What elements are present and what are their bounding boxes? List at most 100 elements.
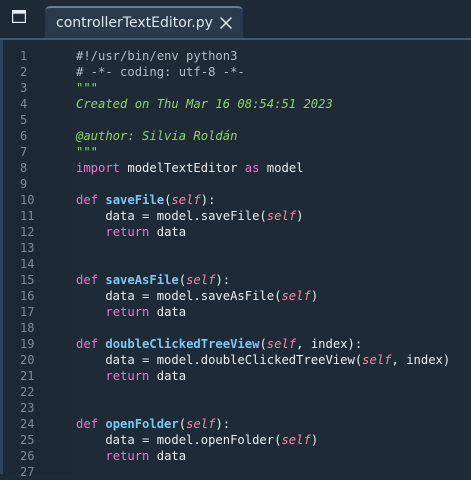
code-token: Created on Thu Mar 16 08:54:51 2023 bbox=[76, 97, 333, 111]
code-line: data = model.saveFile(self) bbox=[76, 208, 303, 224]
line-number: 1 bbox=[20, 49, 28, 63]
code-token: """ bbox=[76, 81, 99, 95]
line-number: 8 bbox=[20, 161, 28, 175]
code-token: ): bbox=[215, 273, 231, 287]
code-token: import bbox=[76, 161, 121, 175]
code-token: saveAsFile bbox=[105, 273, 179, 287]
code-token: , index) bbox=[391, 353, 451, 367]
code-token: data = model.openFolder( bbox=[76, 433, 282, 447]
line-number-gutter: 1 2 3 4 5 6 7 8 9 10 11 12 13 14 15 16 17 18 19 20 21 22 23 24 2… bbox=[0, 40, 72, 479]
line-number: 23 bbox=[20, 401, 35, 415]
code-token: self bbox=[186, 417, 216, 431]
code-token: return bbox=[105, 225, 150, 239]
code-line: def saveAsFile(self): bbox=[76, 272, 230, 288]
code-token: ( bbox=[259, 337, 267, 351]
gutter-edge bbox=[0, 40, 3, 474]
line-number: 27 bbox=[20, 465, 35, 479]
line-number: 22 bbox=[20, 385, 35, 399]
line-number: 15 bbox=[20, 273, 35, 287]
code-token: doubleClickedTreeView bbox=[105, 337, 260, 351]
code-line: def doubleClickedTreeView(self, index): bbox=[76, 336, 362, 352]
code-line: data = model.doubleClickedTreeView(self,… bbox=[76, 352, 450, 368]
code-token: openFolder bbox=[105, 417, 179, 431]
code-token: saveFile bbox=[105, 193, 165, 207]
code-line: @author: Silvia Roldán bbox=[76, 128, 237, 144]
line-number: 18 bbox=[20, 321, 35, 335]
code-token: self bbox=[186, 273, 216, 287]
code-token: self bbox=[362, 353, 392, 367]
line-number: 17 bbox=[20, 305, 35, 319]
code-line: return data bbox=[76, 448, 186, 464]
code-line: return data bbox=[76, 368, 186, 384]
tab-controller-text-editor[interactable]: controllerTextEditor.py bbox=[45, 6, 243, 38]
code-token: self bbox=[281, 433, 311, 447]
line-number: 19 bbox=[20, 337, 35, 351]
code-token: self bbox=[266, 209, 297, 223]
code-token: model bbox=[259, 161, 304, 175]
close-icon[interactable] bbox=[219, 15, 233, 29]
code-token: def bbox=[76, 193, 99, 207]
code-token: ( bbox=[178, 273, 187, 287]
code-token: data = model.saveAsFile( bbox=[76, 289, 282, 303]
line-number: 9 bbox=[20, 177, 28, 191]
code-token: ) bbox=[310, 289, 319, 303]
code-token: ) bbox=[296, 209, 304, 223]
code-token: data bbox=[149, 305, 187, 319]
code-token: self bbox=[266, 337, 297, 351]
code-token: def bbox=[76, 417, 99, 431]
tab-bar: controllerTextEditor.py bbox=[0, 0, 471, 38]
line-number: 13 bbox=[20, 241, 35, 255]
code-token: @author: Silvia Roldán bbox=[76, 129, 238, 143]
code-token: ) bbox=[310, 433, 319, 447]
code-line: #!/usr/bin/env python3 bbox=[76, 48, 237, 64]
code-token: data = model.saveFile( bbox=[76, 209, 267, 223]
code-token: def bbox=[76, 273, 99, 287]
code-token: ): bbox=[200, 193, 216, 207]
code-token: return bbox=[105, 305, 150, 319]
line-number: 25 bbox=[20, 433, 35, 447]
line-number: 3 bbox=[20, 81, 28, 95]
code-token: def bbox=[76, 337, 99, 351]
code-token: as bbox=[244, 161, 260, 175]
code-line: data = model.saveAsFile(self) bbox=[76, 288, 318, 304]
code-token: ( bbox=[178, 417, 187, 431]
line-number: 20 bbox=[20, 353, 35, 367]
code-line: Created on Thu Mar 16 08:54:51 2023 bbox=[76, 96, 333, 112]
line-number: 11 bbox=[20, 209, 35, 223]
code-token: data bbox=[149, 225, 187, 239]
line-number: 4 bbox=[20, 97, 28, 111]
code-token: return bbox=[105, 449, 150, 463]
code-token: , index): bbox=[296, 337, 363, 351]
code-editor[interactable]: 1 2 3 4 5 6 7 8 9 10 11 12 13 14 15 16 17 18 19 20 21 22 23 24 2… bbox=[0, 38, 471, 479]
code-token: modelTextEditor bbox=[120, 161, 245, 175]
line-number: 5 bbox=[20, 113, 28, 127]
line-number: 6 bbox=[20, 129, 28, 143]
line-number: 16 bbox=[20, 289, 35, 303]
code-line: # -*- coding: utf-8 -*- bbox=[76, 64, 245, 80]
line-number: 7 bbox=[20, 145, 28, 159]
code-token: ): bbox=[215, 417, 231, 431]
line-number: 14 bbox=[20, 257, 35, 271]
code-area[interactable]: #!/usr/bin/env python3 # -*- coding: utf-… bbox=[76, 40, 471, 474]
code-line: def saveFile(self): bbox=[76, 192, 215, 208]
code-line: """ bbox=[76, 80, 98, 96]
code-line: data = model.openFolder(self) bbox=[76, 432, 318, 448]
sidebar-toggle-icon[interactable] bbox=[10, 7, 28, 25]
code-token: return bbox=[105, 369, 150, 383]
code-token: # -*- coding: utf-8 -*- bbox=[76, 65, 245, 79]
code-token: data = model.doubleClickedTreeView( bbox=[76, 353, 363, 367]
code-token: """ bbox=[76, 145, 99, 159]
line-number: 10 bbox=[20, 193, 35, 207]
tab-label: controllerTextEditor.py bbox=[56, 15, 213, 31]
code-line: return data bbox=[76, 224, 186, 240]
line-number: 2 bbox=[20, 65, 28, 79]
code-line: def openFolder(self): bbox=[76, 416, 230, 432]
line-number: 26 bbox=[20, 449, 35, 463]
code-token: data bbox=[149, 449, 187, 463]
code-line: import modelTextEditor as model bbox=[76, 160, 304, 176]
line-number: 24 bbox=[20, 417, 35, 431]
